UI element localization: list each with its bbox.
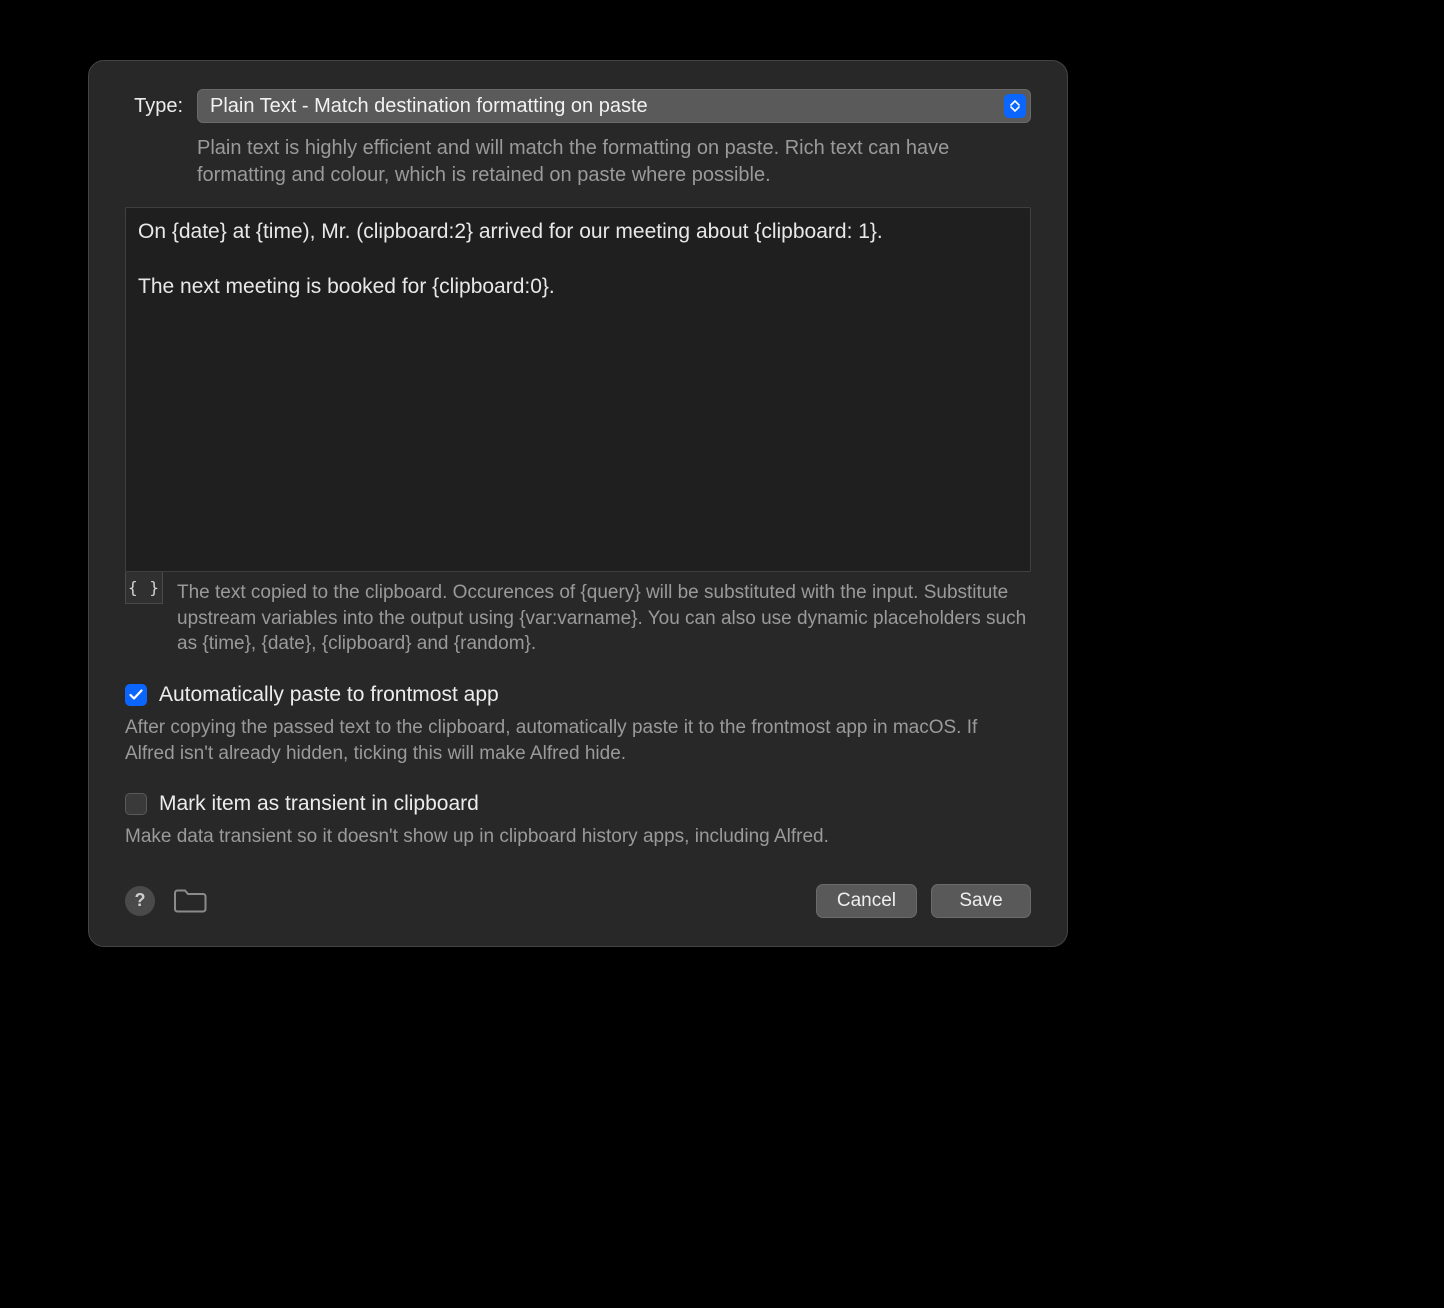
placeholder-help-row: { } The text copied to the clipboard. Oc… — [125, 572, 1031, 657]
footer: ? Cancel Save — [125, 884, 1031, 918]
save-button[interactable]: Save — [931, 884, 1031, 918]
help-icon: ? — [135, 890, 146, 911]
help-button[interactable]: ? — [125, 886, 155, 916]
type-row: Type: Plain Text - Match destination for… — [125, 89, 1031, 123]
type-description: Plain text is highly efficient and will … — [197, 135, 977, 189]
auto-paste-description: After copying the passed text to the cli… — [125, 715, 1031, 766]
transient-checkbox[interactable] — [125, 793, 147, 815]
settings-panel: Type: Plain Text - Match destination for… — [88, 60, 1068, 947]
cancel-button[interactable]: Cancel — [816, 884, 917, 918]
transient-row[interactable]: Mark item as transient in clipboard — [125, 792, 1031, 816]
folder-button[interactable] — [173, 888, 207, 914]
transient-block: Mark item as transient in clipboard Make… — [125, 792, 1031, 850]
folder-icon — [173, 888, 207, 914]
check-icon — [129, 689, 143, 701]
placeholder-help-text: The text copied to the clipboard. Occure… — [177, 572, 1031, 657]
type-select[interactable]: Plain Text - Match destination formattin… — [197, 89, 1031, 123]
transient-description: Make data transient so it doesn't show u… — [125, 824, 1031, 850]
type-select-value: Plain Text - Match destination formattin… — [210, 95, 648, 118]
type-label: Type: — [125, 95, 183, 118]
braces-button[interactable]: { } — [125, 572, 163, 604]
auto-paste-checkbox[interactable] — [125, 684, 147, 706]
braces-icon: { } — [128, 578, 160, 597]
auto-paste-label: Automatically paste to frontmost app — [159, 683, 499, 707]
auto-paste-row[interactable]: Automatically paste to frontmost app — [125, 683, 1031, 707]
auto-paste-block: Automatically paste to frontmost app Aft… — [125, 683, 1031, 766]
transient-label: Mark item as transient in clipboard — [159, 792, 479, 816]
snippet-textarea[interactable]: On {date} at {time), Mr. (clipboard:2} a… — [125, 207, 1031, 572]
select-stepper-icon[interactable] — [1004, 94, 1026, 118]
